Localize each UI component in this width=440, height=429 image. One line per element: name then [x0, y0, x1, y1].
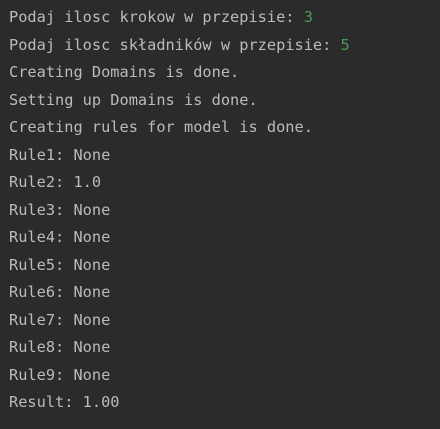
- output-line-rule3: Rule3: None: [9, 200, 111, 219]
- prompt-steps-line: Podaj ilosc krokow w przepisie: 3: [9, 4, 440, 32]
- output-line-rule7: Rule7: None: [9, 310, 111, 329]
- prompt-steps-input-value: 3: [303, 8, 313, 26]
- prompt-ingredients-input-value: 5: [340, 35, 350, 54]
- output-line-rule4: Rule4: None: [9, 228, 111, 246]
- output-line-rule2: Rule2: 1.0: [9, 173, 102, 191]
- output-line-result: Result: 1.00: [9, 393, 120, 411]
- prompt-steps-label: Podaj ilosc krokow w przepisie:: [9, 8, 304, 26]
- output-line-rule9: Rule9: None: [9, 365, 111, 384]
- prompt-ingredients-label: Podaj ilosc składników w przepisie:: [9, 35, 341, 54]
- output-line-creating-rules: Creating rules for model is done.: [9, 118, 313, 136]
- output-line-rule6: Rule6: None: [9, 283, 111, 301]
- output-line-rule5: Rule5: None: [9, 255, 111, 274]
- run-console-output[interactable]: Podaj ilosc krokow w przepisie: 3 Podaj …: [0, 0, 440, 429]
- output-line-setting-up-domains: Setting up Domains is done.: [9, 90, 258, 109]
- prompt-ingredients-line: Podaj ilosc składników w przepisie: 5: [9, 32, 440, 60]
- output-line-creating-domains: Creating Domains is done.: [9, 63, 240, 81]
- output-line-rule1: Rule1: None: [9, 145, 111, 164]
- output-line-rule8: Rule8: None: [9, 338, 111, 356]
